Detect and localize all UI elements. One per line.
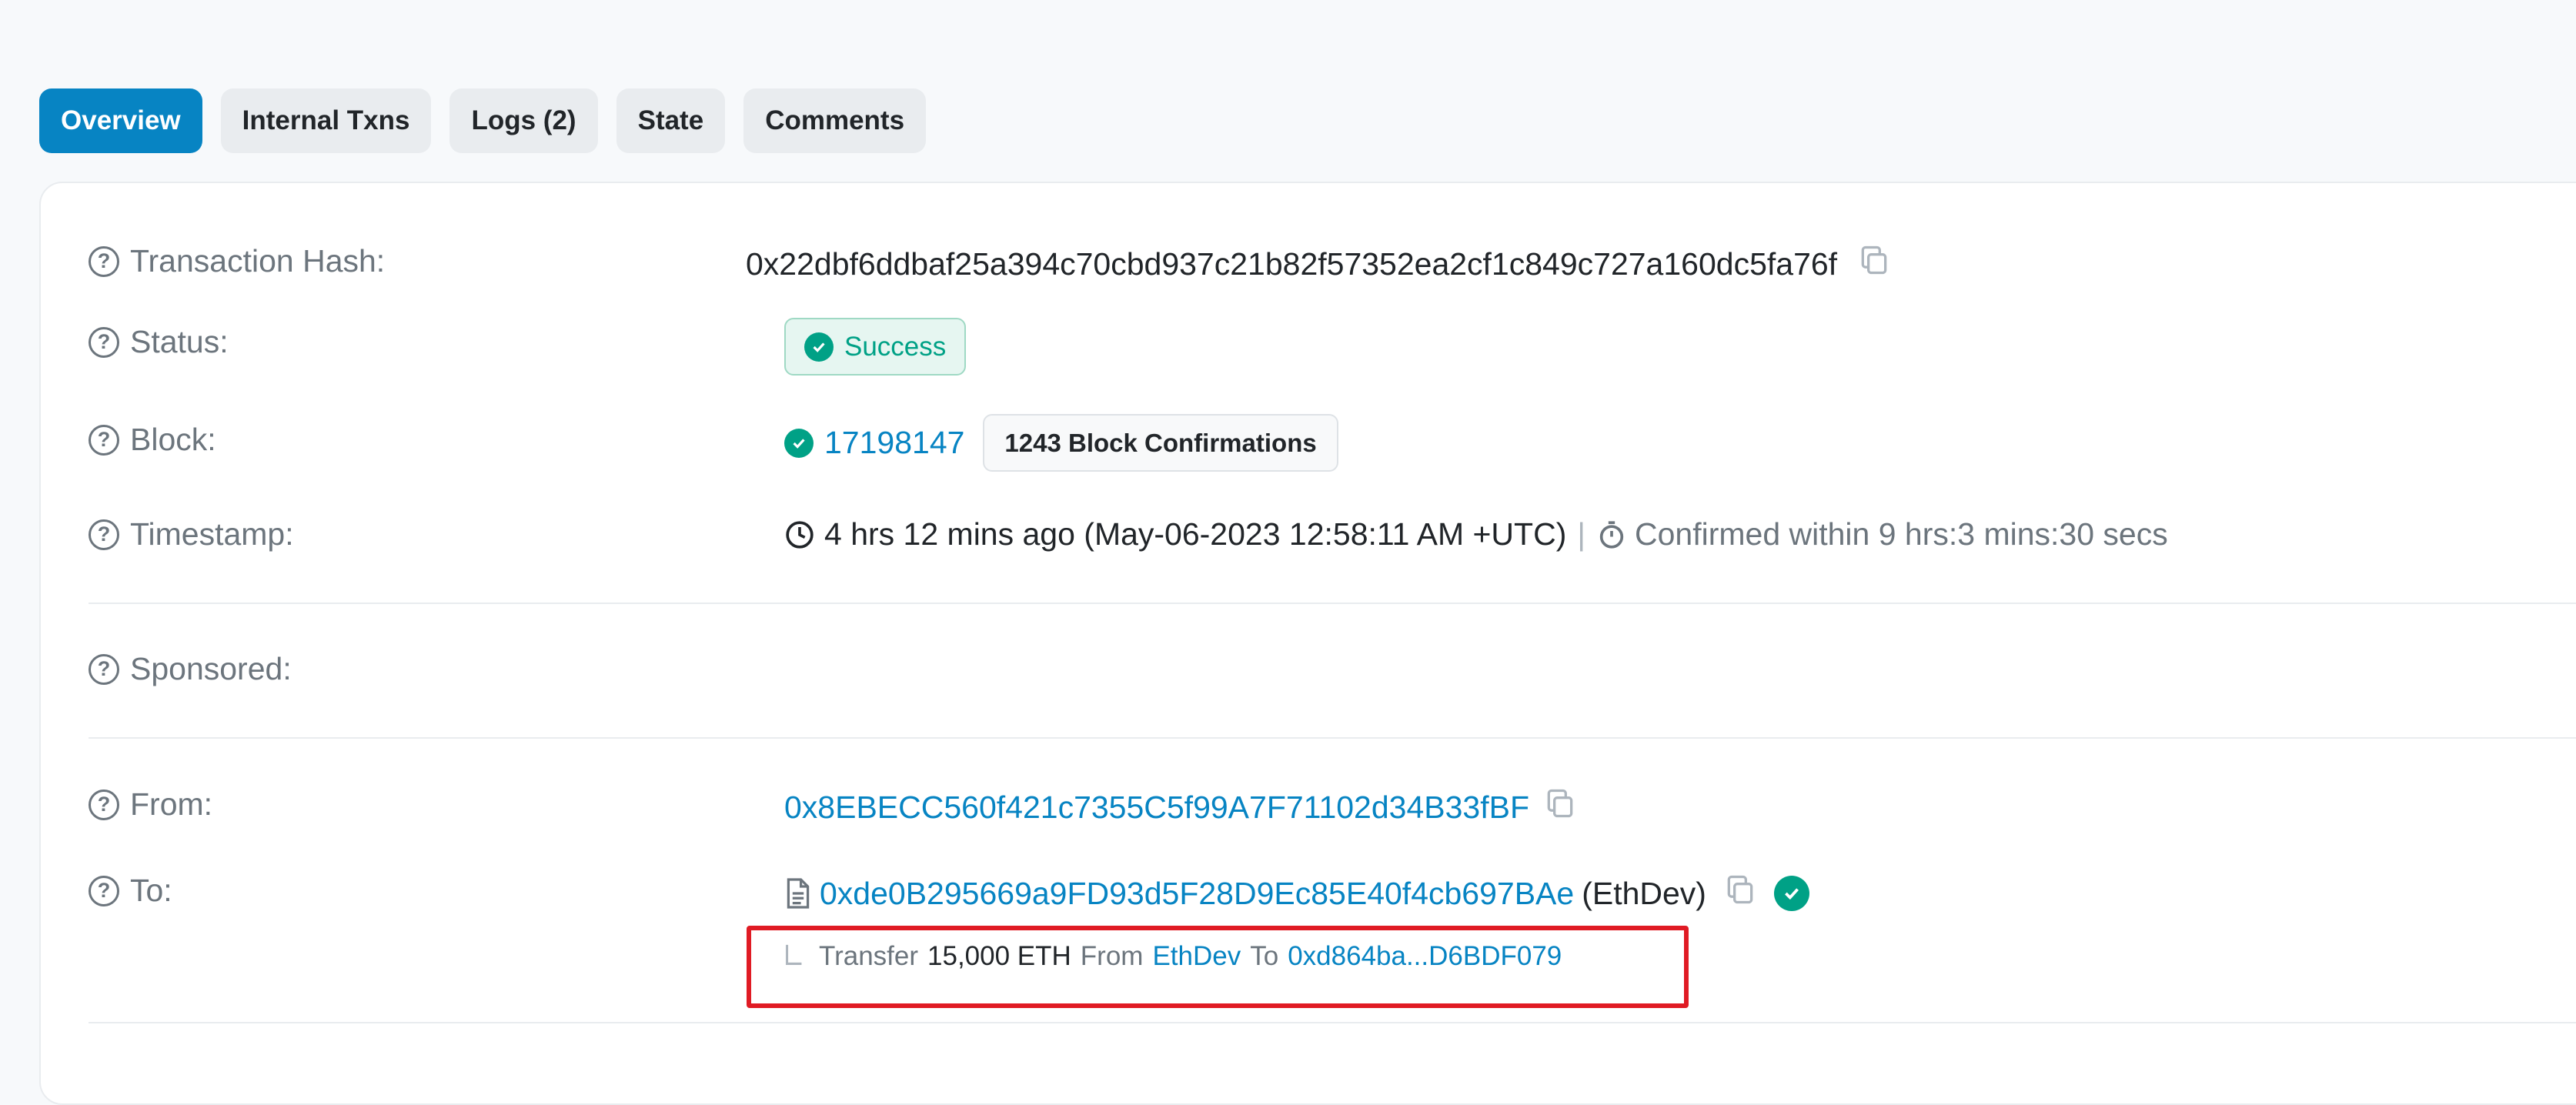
sponsored-label-group: ? Sponsored:: [89, 651, 292, 687]
divider: [89, 737, 2576, 739]
transfer-line: Transfer 15,000 ETH From EthDev To 0xd86…: [783, 941, 1562, 972]
clock-icon: [784, 519, 815, 550]
row-sponsored: ? Sponsored:: [41, 645, 2576, 691]
tab-logs[interactable]: Logs (2): [449, 88, 598, 153]
block-label: Block:: [130, 422, 216, 457]
help-icon[interactable]: ?: [89, 519, 119, 550]
divider: [89, 603, 2576, 604]
from-label: From:: [130, 786, 213, 822]
check-circle-icon: [784, 428, 814, 458]
help-icon[interactable]: ?: [89, 653, 119, 685]
tab-bar: Overview Internal Txns Logs (2) State Co…: [39, 88, 927, 153]
tab-comments[interactable]: Comments: [743, 88, 927, 153]
confirmations-badge: 1243 Block Confirmations: [983, 414, 1338, 472]
row-timestamp: ? Timestamp: 4 hrs 12 mins ago (May-06-2…: [41, 510, 2576, 556]
transfer-amount: 15,000 ETH: [927, 941, 1071, 971]
to-address-link[interactable]: 0xde0B295669a9FD93d5F28D9Ec85E40f4cb697B…: [820, 876, 1574, 912]
tab-state[interactable]: State: [616, 88, 726, 153]
status-badge: Success: [784, 318, 967, 376]
help-icon[interactable]: ?: [89, 789, 119, 820]
to-label-group: ? To:: [89, 873, 172, 909]
copy-icon[interactable]: [1543, 786, 1577, 828]
sponsored-label: Sponsored:: [130, 651, 292, 686]
transfer-from-link[interactable]: EthDev: [1152, 941, 1241, 972]
block-value-group: 17198147 1243 Block Confirmations: [784, 414, 1338, 472]
row-from: ? From: 0x8EBECC560f421c7355C5f99A7F7110…: [41, 780, 2576, 826]
transfer-to-word: To: [1250, 941, 1279, 971]
copy-icon[interactable]: [1857, 243, 1891, 285]
help-icon[interactable]: ?: [89, 875, 119, 906]
to-value-group: 0xde0B295669a9FD93d5F28D9Ec85E40f4cb697B…: [784, 873, 1809, 914]
timestamp-value-group: 4 hrs 12 mins ago (May-06-2023 12:58:11 …: [784, 516, 2168, 552]
hash-value-group: 0x22dbf6ddbaf25a394c70cbd937c21b82f57352…: [746, 243, 1891, 285]
help-icon[interactable]: ?: [89, 424, 119, 456]
from-value-group: 0x8EBECC560f421c7355C5f99A7F71102d34B33f…: [784, 786, 1577, 828]
verified-check-icon: [1773, 876, 1809, 911]
status-label: Status:: [130, 324, 229, 359]
status-value-group: Success: [784, 318, 967, 376]
from-address-link[interactable]: 0x8EBECC560f421c7355C5f99A7F71102d34B33f…: [784, 790, 1529, 826]
block-number-link[interactable]: 17198147: [824, 425, 964, 461]
row-transaction-hash: ? Transaction Hash: 0x22dbf6ddbaf25a394c…: [41, 237, 2576, 283]
transfer-from-word: From: [1080, 941, 1144, 971]
help-icon[interactable]: ?: [89, 245, 119, 277]
to-name: (EthDev): [1582, 875, 1706, 911]
stopwatch-icon: [1596, 519, 1627, 550]
contract-file-icon: [784, 876, 812, 910]
check-circle-icon: [804, 332, 834, 362]
status-label-group: ? Status:: [89, 324, 229, 360]
transaction-hash: 0x22dbf6ddbaf25a394c70cbd937c21b82f57352…: [746, 245, 1838, 282]
transfer-to-link[interactable]: 0xd864ba...D6BDF079: [1288, 941, 1562, 972]
status-text: Success: [844, 331, 947, 362]
hash-label-group: ? Transaction Hash:: [89, 243, 385, 279]
copy-icon[interactable]: [1723, 873, 1757, 914]
timestamp-label-group: ? Timestamp:: [89, 516, 294, 552]
from-label-group: ? From:: [89, 786, 212, 823]
help-icon[interactable]: ?: [89, 326, 119, 358]
tab-internal-txns[interactable]: Internal Txns: [220, 88, 432, 153]
confirmed-within-text: Confirmed within 9 hrs:3 mins:30 secs: [1635, 516, 2168, 552]
hash-label: Transaction Hash:: [130, 243, 386, 279]
row-block: ? Block: 17198147 1243 Block Confirmatio…: [41, 414, 2576, 476]
row-status: ? Status: Success: [41, 318, 2576, 387]
row-to: ? To: 0xde0B295669a9FD93d5F28D9Ec85E40f4…: [41, 866, 2576, 913]
divider: [89, 1022, 2576, 1023]
to-label: To:: [130, 873, 172, 908]
separator: |: [1577, 516, 1585, 552]
corner-arrow-icon: [783, 943, 805, 970]
block-label-group: ? Block:: [89, 422, 216, 458]
timestamp-label: Timestamp:: [130, 516, 294, 552]
transfer-word: Transfer: [819, 941, 919, 971]
tab-overview[interactable]: Overview: [39, 88, 202, 153]
timestamp-text: 4 hrs 12 mins ago (May-06-2023 12:58:11 …: [824, 516, 1567, 552]
